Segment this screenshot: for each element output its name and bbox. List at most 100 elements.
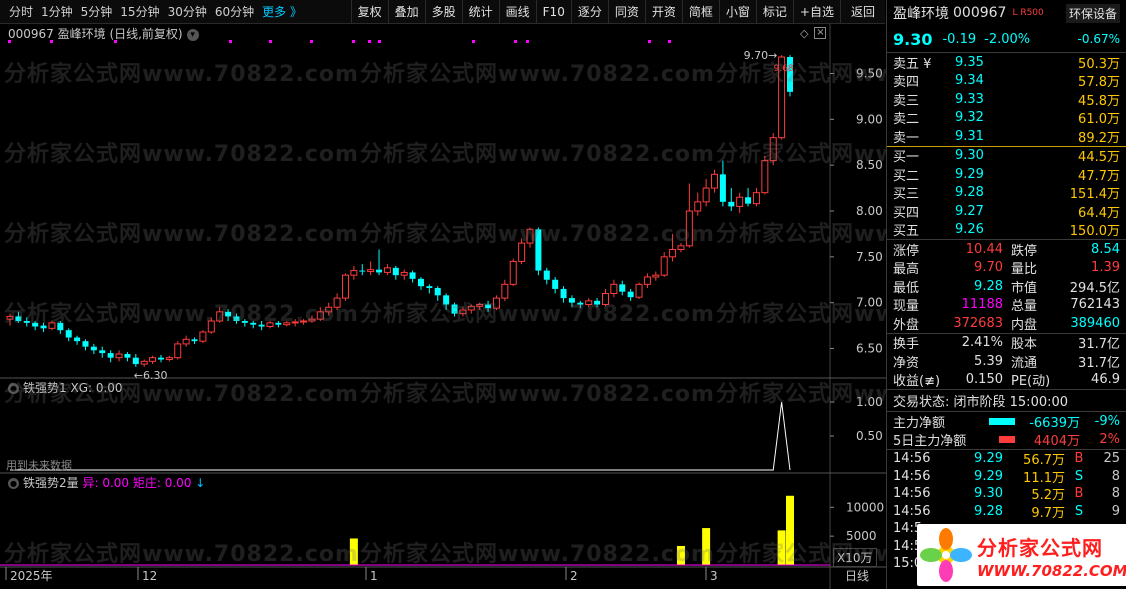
toolbar-button[interactable]: 标记 [755, 0, 793, 24]
candle-body [577, 302, 584, 305]
candle-body [48, 322, 56, 329]
candle-body [652, 274, 660, 278]
candle-body [57, 322, 64, 331]
toolbar-button[interactable]: 简框 [681, 0, 719, 24]
candle-body [140, 360, 148, 365]
indicator1-axis-label: 1.00 [856, 395, 883, 409]
bid-price: 9.28 [955, 185, 984, 201]
tick-time: 14:56 [893, 503, 931, 519]
bid-label: 买二 [893, 168, 920, 184]
chart-area[interactable]: 9.50 9.00 8.50 8.00 7.50 7.00 6.50 9.70→ ←6.30 9.… [0, 24, 1070, 589]
ask-row[interactable]: 卖五 ¥ 9.35 50.3万 [887, 53, 1126, 72]
candle-body [601, 293, 609, 305]
bid-label: 买三 [893, 187, 920, 203]
toolbar-button[interactable]: 逐分 [570, 0, 608, 24]
toolbar-button[interactable]: 同资 [607, 0, 645, 24]
kline-chart[interactable]: 9.50 9.00 8.50 8.00 7.50 7.00 6.50 9.70→ ←6.30 9.… [0, 24, 886, 589]
candle-body [107, 353, 114, 358]
bid-row[interactable]: 买四 9.27 64.4万 [887, 202, 1126, 221]
toolbar-button[interactable]: 画线 [498, 0, 536, 24]
candle-body [74, 337, 81, 342]
bid-row[interactable]: 买二 9.29 47.7万 [887, 165, 1126, 184]
bid-label: 买五 [893, 224, 920, 240]
candle-body [635, 283, 643, 298]
bid-row[interactable]: 买三 9.28 151.4万 [887, 184, 1126, 203]
x-axis-label: 3 [710, 569, 718, 583]
ask-row[interactable]: 卖四 9.34 57.8万 [887, 72, 1126, 90]
chevron-down-icon[interactable]: ▾ [186, 28, 199, 41]
ask-row[interactable]: 卖二 9.32 61.0万 [887, 109, 1126, 127]
toolbar-button[interactable]: 开资 [644, 0, 682, 24]
candle-body [291, 321, 299, 324]
candle-body [182, 338, 190, 345]
tick-volume: 56.7万 [1023, 453, 1065, 469]
toolbar-button[interactable]: 统计 [461, 0, 499, 24]
stat-key: 净资 [893, 355, 920, 371]
circle-icon[interactable]: ● [8, 478, 19, 489]
stat-value: 9.70 [974, 260, 1003, 276]
indicator1-name[interactable]: 铁强势1 [23, 381, 67, 395]
toolbar-button[interactable]: 返回 [839, 0, 885, 24]
window-buttons: ◇ × [800, 27, 827, 40]
stats-block1: 涨停 10.44 跌停 8.54 最高 9.70 量比 1.39 最低 9.28 市值 294.5亿现… [887, 239, 1126, 333]
toolbar-button[interactable]: +自选 [792, 0, 840, 24]
signal-dot [648, 40, 651, 43]
candle-body [535, 229, 542, 271]
bid-row[interactable]: 买一 9.30 44.5万 [887, 147, 1126, 165]
candle-body [434, 288, 441, 296]
quote-panel: 盈峰环境 000967 L R500 环保设备 9.30 -0.19 -2.00… [886, 0, 1126, 589]
candle-body [627, 291, 634, 298]
close-icon[interactable]: × [814, 27, 827, 39]
toolbar-button[interactable]: F10 [535, 0, 571, 24]
toolbar-button[interactable]: 复权 [350, 0, 388, 24]
period-tab[interactable]: 30分钟 [165, 3, 210, 20]
bid-row[interactable]: 买五 9.26 150.0万 [887, 221, 1126, 240]
tick-count: 9 [1111, 503, 1120, 519]
stat-value: 31.7亿 [1078, 337, 1120, 353]
last-annotation: 9.68 [774, 64, 794, 74]
stat-row: 最低 9.28 市值 294.5亿 [887, 277, 1126, 296]
candle-body [426, 286, 433, 288]
signal-dot [472, 40, 475, 43]
tick-side: S [1074, 503, 1084, 519]
period-tab[interactable]: 更多 》 [259, 3, 305, 20]
flow-row[interactable]: 主力净额 -6639万 -9% [887, 412, 1126, 431]
stat-key: 最高 [893, 262, 920, 278]
candle-body [207, 320, 215, 333]
stats-block2: 换手 2.41% 股本 31.7亿 净资 5.39 流通 31.7亿 收益(≢) 0.150 PE(… [887, 332, 1126, 389]
candle-body [216, 311, 224, 322]
ask-row[interactable]: 卖一 9.31 89.2万 [887, 127, 1126, 146]
stat-value: 762143 [1070, 297, 1120, 313]
diamond-icon[interactable]: ◇ [800, 27, 808, 40]
indicator1-axis-label: 0.50 [856, 429, 883, 443]
period-tab[interactable]: 分时 [6, 3, 36, 20]
period-tab[interactable]: 15分钟 [117, 3, 162, 20]
circle-icon[interactable]: ● [8, 383, 19, 394]
x-axis-label: 2025年 [10, 569, 53, 583]
bid-book: 买一 9.30 44.5万 买二 9.29 47.7万买三 9.28 151.4万 买四 9.27… [887, 145, 1126, 240]
ask-row[interactable]: 卖三 9.33 45.8万 [887, 90, 1126, 109]
toolbar-button[interactable]: 小窗 [718, 0, 756, 24]
toolbar-button[interactable]: 叠加 [387, 0, 425, 24]
period-tab[interactable]: 60分钟 [212, 3, 257, 20]
candle-body [241, 321, 248, 323]
period-tab[interactable]: 5分钟 [78, 3, 116, 20]
x-axis-label: 12 [142, 569, 157, 583]
stat-value: 1.39 [1091, 260, 1120, 276]
flow-value: -6639万 [1029, 415, 1080, 431]
indicator2-name[interactable]: 铁强势2量 [23, 476, 79, 490]
candle-body [501, 283, 509, 299]
flow-value: 4404万 [1033, 434, 1080, 450]
bid-volume: 151.4万 [1069, 187, 1120, 203]
indicator1-value: XG: 0.00 [70, 381, 123, 395]
sector-name[interactable]: 环保设备 [1065, 3, 1120, 23]
flow-row[interactable]: 5日主力净额 4404万 2% [887, 431, 1126, 450]
period-tab[interactable]: 1分钟 [38, 3, 76, 20]
toolbar-button[interactable]: 多股 [424, 0, 462, 24]
stat-row: 净资 5.39 流通 31.7亿 [887, 352, 1126, 371]
candle-body [752, 192, 760, 205]
stat-row: 现量 11188 总量 762143 [887, 296, 1126, 314]
candle-body [165, 357, 173, 360]
candle-body [225, 311, 232, 317]
candle-body [509, 260, 517, 285]
